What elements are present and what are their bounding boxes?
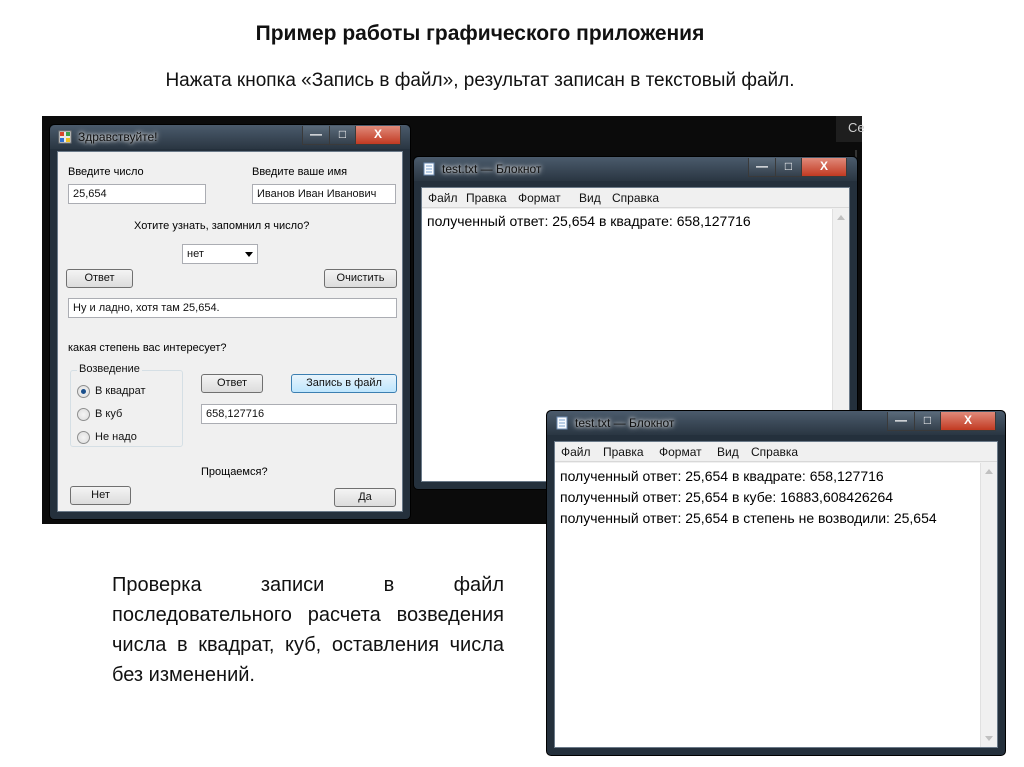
app-window: Здравствуйте! — □ X Введите число 25,654… <box>49 124 411 520</box>
remember-question: Хотите узнать, запомнил я число? <box>134 220 310 232</box>
menu-help[interactable]: Справка <box>751 445 798 459</box>
notepad2-title: test.txt — Блокнот <box>575 416 675 430</box>
text-line: полученный ответ: 25,654 в кубе: 16883,6… <box>560 489 894 505</box>
goodbye-question: Прощаемся? <box>201 466 268 478</box>
notepad2-menubar: Файл Правка Формат Вид Справка <box>555 442 997 462</box>
answer-button[interactable]: Ответ <box>66 269 133 288</box>
menu-help[interactable]: Справка <box>612 191 659 205</box>
no-button[interactable]: Нет <box>70 486 131 505</box>
notepad1-menubar: Файл Правка Формат Вид Справка <box>422 188 849 208</box>
scroll-down-icon <box>985 736 993 741</box>
number-label: Введите число <box>68 166 144 178</box>
scroll-up-icon <box>985 469 993 474</box>
slide-description: Проверка записи в файл последовательного… <box>112 574 504 686</box>
menu-format[interactable]: Формат <box>518 191 561 205</box>
radio-unchecked-icon <box>77 408 90 421</box>
notepad2-client: Файл Правка Формат Вид Справка полученны… <box>554 441 998 748</box>
app-title: Здравствуйте! <box>78 130 158 144</box>
name-input[interactable]: Иванов Иван Иванович <box>252 184 396 204</box>
minimize-button[interactable]: — <box>748 158 776 177</box>
menu-edit[interactable]: Правка <box>603 445 644 459</box>
text-line: полученный ответ: 25,654 в квадрате: 658… <box>560 468 884 484</box>
slide-title: Пример работы графического приложения <box>255 22 705 45</box>
menu-format[interactable]: Формат <box>659 445 702 459</box>
close-button[interactable]: X <box>355 126 401 145</box>
menu-file[interactable]: Файл <box>428 191 458 205</box>
scroll-up-icon <box>837 215 845 220</box>
maximize-button[interactable]: □ <box>775 158 802 177</box>
slide-subtitle: Нажата кнопка «Запись в файл», результат… <box>165 70 795 91</box>
name-label: Введите ваше имя <box>252 166 348 178</box>
minimize-button[interactable]: — <box>302 126 330 145</box>
radio-unchecked-icon <box>77 431 90 444</box>
radio-checked-icon <box>77 385 90 398</box>
menu-edit[interactable]: Правка <box>466 191 507 205</box>
window-app-icon <box>58 130 72 144</box>
close-button[interactable]: X <box>940 412 996 431</box>
result-output[interactable]: 658,127716 <box>201 404 397 424</box>
app-titlebar[interactable]: Здравствуйте! — □ X <box>50 125 410 149</box>
notepad2-scrollbar[interactable] <box>980 463 997 747</box>
maximize-button[interactable]: □ <box>914 412 941 431</box>
notepad1-title: test.txt — Блокнот <box>442 162 542 176</box>
notepad-icon <box>423 162 435 176</box>
menu-file[interactable]: Файл <box>561 445 591 459</box>
text-line: полученный ответ: 25,654 в квадрате: 658… <box>427 213 751 229</box>
notepad2-text-area[interactable]: полученный ответ: 25,654 в квадрате: 658… <box>555 463 997 747</box>
menu-view[interactable]: Вид <box>579 191 601 205</box>
yes-button[interactable]: Да <box>334 488 396 507</box>
chevron-down-icon <box>245 252 253 257</box>
background-window-fragment: Се <box>836 116 865 142</box>
app-client-area: Введите число 25,654 Введите ваше имя Ив… <box>57 151 403 512</box>
remember-combobox[interactable]: нет <box>182 244 258 264</box>
write-to-file-button[interactable]: Запись в файл <box>291 374 397 393</box>
remember-combobox-value: нет <box>187 248 204 260</box>
minimize-button[interactable]: — <box>887 412 915 431</box>
radio-none-label: Не надо <box>95 431 137 443</box>
power-group-title: Возведение <box>77 363 142 375</box>
notepad1-titlebar[interactable]: test.txt — Блокнот — □ X <box>414 157 857 181</box>
radio-square-label: В квадрат <box>95 385 146 397</box>
power-answer-button[interactable]: Ответ <box>201 374 263 393</box>
menu-view[interactable]: Вид <box>717 445 739 459</box>
power-question: какая степень вас интересует? <box>68 342 227 354</box>
response-output[interactable]: Ну и ладно, хотя там 25,654. <box>68 298 397 318</box>
number-input[interactable]: 25,654 <box>68 184 206 204</box>
notepad-icon <box>556 416 568 430</box>
close-button[interactable]: X <box>801 158 847 177</box>
notepad-window-2: test.txt — Блокнот — □ X Файл Правка Фор… <box>546 410 1006 756</box>
clear-button[interactable]: Очистить <box>324 269 397 288</box>
notepad2-titlebar[interactable]: test.txt — Блокнот — □ X <box>547 411 1005 435</box>
text-line: полученный ответ: 25,654 в степень не во… <box>560 510 937 526</box>
maximize-button[interactable]: □ <box>329 126 356 145</box>
radio-cube-label: В куб <box>95 408 123 420</box>
